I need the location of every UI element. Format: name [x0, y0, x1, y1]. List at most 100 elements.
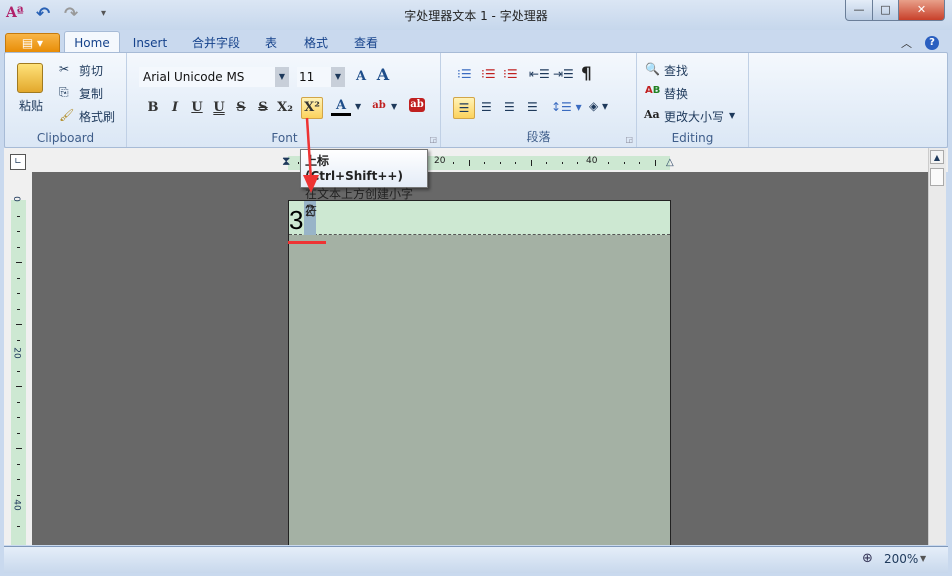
justify-button[interactable]: ☰ [527, 100, 538, 114]
ruler-tick [17, 293, 20, 294]
font-size-dropdown-icon[interactable]: ▼ [331, 67, 345, 87]
tab-home[interactable]: Home [64, 33, 120, 53]
change-case-dropdown-icon[interactable]: ▼ [729, 111, 735, 120]
ruler-tick [17, 417, 20, 418]
underline-button[interactable]: U [187, 98, 207, 118]
double-underline-button[interactable]: U [209, 98, 229, 118]
scroll-thumb[interactable] [930, 168, 944, 186]
cut-button[interactable]: 剪切 [79, 62, 103, 79]
zoom-dropdown-icon[interactable]: ▼ [920, 554, 926, 563]
help-icon[interactable]: ? [925, 36, 939, 50]
right-indent-marker-icon[interactable]: △ [666, 157, 674, 168]
font-group: Arial Unicode MS ▼ 11 ▼ A A B I U U S S … [129, 53, 441, 147]
page[interactable]: 3 2 [288, 200, 671, 545]
change-case-icon: Aa [644, 108, 660, 121]
minimize-button[interactable]: — [845, 0, 873, 21]
annotation-underline [288, 241, 326, 244]
align-left-button[interactable]: ☰ [453, 97, 475, 119]
ruler-tick [17, 463, 20, 465]
increase-indent-icon[interactable]: ⇥☰ [553, 67, 574, 81]
font-label: Font [271, 131, 298, 145]
document-text[interactable]: 3 [289, 205, 303, 236]
double-strikethrough-button[interactable]: S [253, 98, 273, 118]
ruler-tick [17, 246, 20, 248]
shading-button[interactable]: ◈ ▾ [589, 99, 608, 113]
ruler-tick [17, 432, 20, 434]
copy-icon: ⎘ [59, 85, 69, 99]
paragraph-dialog-launcher-icon[interactable]: ◲ [625, 135, 633, 144]
copy-button[interactable]: 复制 [79, 85, 103, 102]
ruler-tick [453, 162, 454, 164]
ruler-tick [546, 162, 547, 164]
tab-table[interactable]: 表 [258, 33, 284, 53]
font-color-button[interactable]: A [331, 98, 351, 116]
tab-merge-fields[interactable]: 合并字段 [186, 33, 246, 53]
scroll-up-icon[interactable]: ▲ [930, 150, 944, 164]
status-bar: ⊕ 200% ▼ [4, 546, 948, 573]
replace-button[interactable]: 替换 [664, 85, 688, 102]
paste-icon [17, 63, 43, 93]
collapse-ribbon-icon[interactable]: ︿ [901, 35, 912, 51]
ribbon: 粘贴 ✂ 剪切 ⎘ 复制 🖌 格式刷 Clipboard Arial Unico… [4, 52, 948, 148]
zoom-level[interactable]: 200% [884, 552, 918, 566]
ruler-tick [515, 162, 516, 164]
tab-stop-selector[interactable]: ∟ [10, 154, 26, 170]
italic-button[interactable]: I [165, 98, 185, 118]
tab-view[interactable]: 查看 [348, 33, 384, 53]
ruler-tick [530, 160, 532, 166]
title-bar: Aª ↶ ↷ ▾ 字处理器文本 1 - 字处理器 — □ ✕ [0, 0, 952, 30]
decrease-indent-icon[interactable]: ⇤☰ [529, 67, 550, 81]
highlight-button[interactable]: ab [369, 96, 389, 116]
clear-formatting-button[interactable]: ab [409, 98, 425, 112]
zoom-icon[interactable]: ⊕ [862, 551, 873, 566]
close-button[interactable]: ✕ [898, 0, 945, 21]
numbered-list-icon[interactable]: ⁝☰ [481, 67, 496, 81]
ruler-tick [16, 262, 22, 263]
font-family-dropdown-icon[interactable]: ▼ [275, 67, 289, 87]
paste-button[interactable]: 粘贴 [19, 97, 43, 114]
font-color-dropdown-icon[interactable]: ▼ [355, 102, 361, 111]
multilevel-list-icon[interactable]: ⁝☰ [503, 67, 518, 81]
ruler-tick [17, 231, 20, 232]
highlight-dropdown-icon[interactable]: ▼ [391, 102, 397, 111]
clipboard-group: 粘贴 ✂ 剪切 ⎘ 复制 🖌 格式刷 Clipboard [5, 53, 127, 147]
editing-label: Editing [671, 131, 714, 145]
strikethrough-button[interactable]: S [231, 98, 251, 118]
paragraph-group: ⁝☰ ⁝☰ ⁝☰ ⇤☰ ⇥☰ ¶ ☰ ☰ ☰ ☰ ↕☰ ▾ ◈ ▾ 段落 ◲ [441, 53, 637, 147]
vertical-ruler[interactable]: 0 20 40 [11, 196, 26, 545]
format-painter-button[interactable]: 格式刷 [79, 108, 115, 125]
ruler-tick [16, 386, 22, 387]
font-family-select[interactable]: Arial Unicode MS [139, 67, 289, 87]
font-dialog-launcher-icon[interactable]: ◲ [429, 135, 437, 144]
cut-icon: ✂ [59, 62, 70, 76]
grow-font-button[interactable]: A [373, 65, 393, 85]
ruler-label: 0 [10, 196, 21, 202]
ruler-label: 20 [11, 347, 22, 359]
ruler-tick [17, 339, 20, 341]
align-center-button[interactable]: ☰ [481, 100, 492, 114]
ruler-tick [17, 525, 20, 527]
tab-insert[interactable]: Insert [126, 33, 174, 53]
ruler-tick [17, 494, 20, 496]
ruler-tick [468, 160, 470, 166]
ruler-tick [17, 370, 20, 372]
line-spacing-button[interactable]: ↕☰ ▾ [551, 100, 582, 114]
tab-format[interactable]: 格式 [298, 33, 334, 53]
bullet-list-icon[interactable]: ⁝☰ [457, 67, 472, 81]
find-button[interactable]: 查找 [664, 62, 688, 79]
binoculars-icon: 🔍 [645, 62, 660, 76]
shrink-font-button[interactable]: A [351, 67, 371, 87]
ruler-tick [16, 324, 22, 325]
annotation-arrow [303, 117, 319, 193]
file-menu-button[interactable]: ▤ ▾ [5, 33, 60, 53]
paragraph-label: 段落 [526, 130, 551, 144]
ruler-tick [623, 162, 625, 164]
bold-button[interactable]: B [143, 98, 163, 118]
change-case-button[interactable]: 更改大小写 [664, 108, 724, 125]
align-right-button[interactable]: ☰ [504, 100, 515, 114]
vertical-scrollbar[interactable]: ▲ [928, 148, 946, 545]
ruler-label: 40 [586, 156, 598, 166]
maximize-button[interactable]: □ [872, 0, 899, 21]
ruler-tick [608, 162, 609, 164]
show-formatting-button[interactable]: ¶ [581, 64, 592, 84]
